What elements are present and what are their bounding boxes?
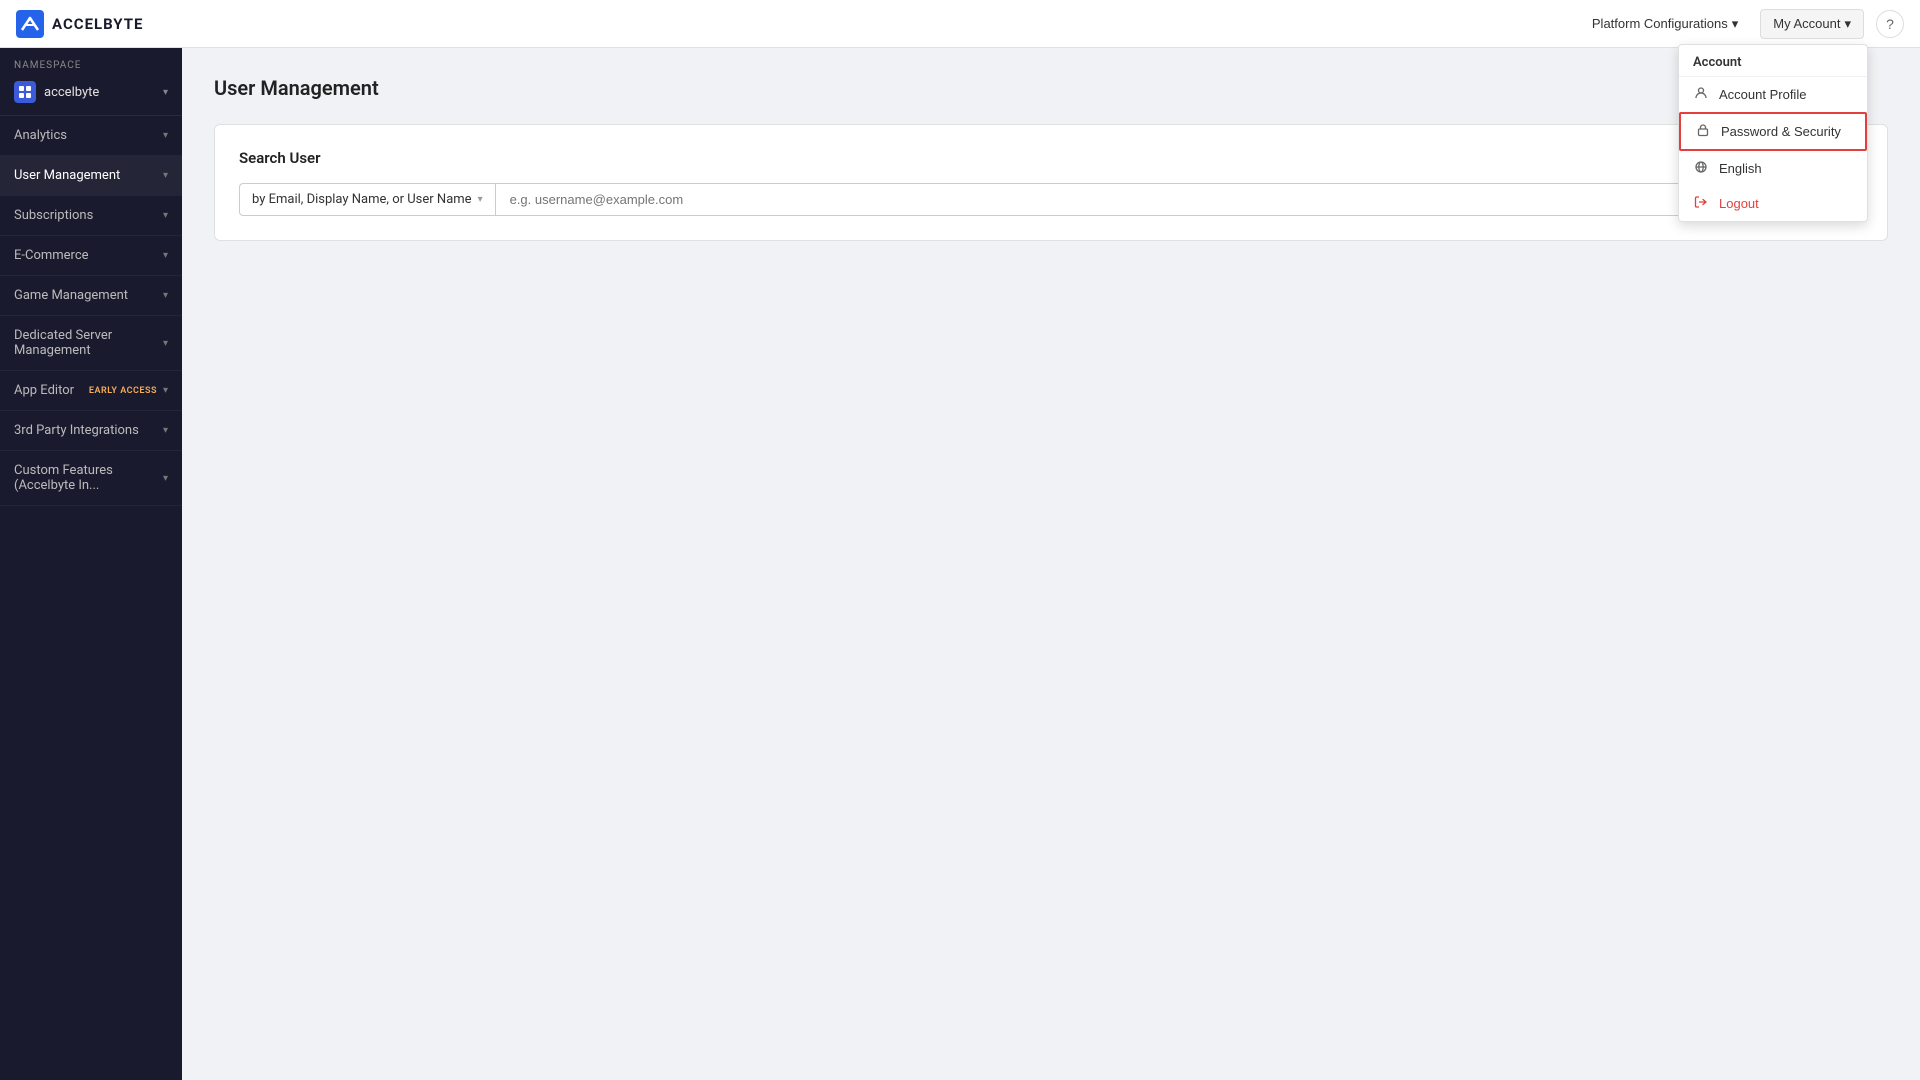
main-content: User Management Search User by Email, Di…	[182, 48, 1920, 1080]
main-layout: NAMESPACE accelbyte ▾ Analytics ▾ User M…	[0, 48, 1920, 1080]
header: ACCELBYTE Platform Configurations ▾ My A…	[0, 0, 1920, 48]
namespace-label: NAMESPACE	[0, 48, 182, 75]
search-input[interactable]	[506, 184, 1714, 215]
search-filter-selected-label: by Email, Display Name, or User Name	[252, 192, 472, 207]
platform-config-chevron-icon: ▾	[1732, 16, 1739, 32]
sidebar-item-app-editor[interactable]: App Editor EARLY ACCESS ▾	[0, 371, 182, 411]
page-title: User Management	[214, 76, 1888, 100]
sidebar-item-custom-features[interactable]: Custom Features (Accelbyte In... ▾	[0, 451, 182, 506]
logout-label: Logout	[1719, 196, 1759, 211]
search-filter-chevron-icon: ▾	[478, 194, 483, 205]
help-button[interactable]: ?	[1876, 10, 1904, 38]
user-icon	[1693, 86, 1709, 103]
password-security-label: Password & Security	[1721, 124, 1841, 139]
user-management-chevron-icon: ▾	[163, 170, 168, 181]
sidebar-item-custom-features-label: Custom Features (Accelbyte In...	[14, 463, 163, 493]
namespace-name: accelbyte	[44, 85, 155, 100]
app-editor-chevron-icon: ▾	[163, 385, 168, 396]
account-dropdown-menu: Account Account Profile Password & Secur…	[1678, 44, 1868, 222]
sidebar-item-user-management-label: User Management	[14, 168, 163, 183]
sidebar-item-dedicated-server-label: Dedicated Server Management	[14, 328, 163, 358]
english-label: English	[1719, 161, 1762, 176]
custom-features-chevron-icon: ▾	[163, 473, 168, 484]
platform-config-label: Platform Configurations	[1592, 16, 1728, 31]
dropdown-header: Account	[1679, 45, 1867, 77]
globe-icon	[1693, 160, 1709, 177]
search-filter-select[interactable]: by Email, Display Name, or User Name ▾	[239, 183, 495, 216]
platform-config-button[interactable]: Platform Configurations ▾	[1582, 10, 1748, 38]
logout-icon	[1693, 195, 1709, 212]
search-input-wrap	[495, 183, 1739, 216]
help-icon: ?	[1886, 16, 1894, 32]
accelbyte-logo-icon	[16, 10, 44, 38]
logo-text: ACCELBYTE	[52, 15, 143, 33]
sidebar-item-dedicated-server[interactable]: Dedicated Server Management ▾	[0, 316, 182, 371]
namespace-chevron-icon: ▾	[163, 87, 168, 98]
search-card-title: Search User	[239, 149, 1863, 167]
logo: ACCELBYTE	[16, 10, 143, 38]
sidebar-item-3rd-party-label: 3rd Party Integrations	[14, 423, 163, 438]
search-card: Search User by Email, Display Name, or U…	[214, 124, 1888, 241]
sidebar-item-3rd-party[interactable]: 3rd Party Integrations ▾	[0, 411, 182, 451]
namespace-icon	[14, 81, 36, 103]
sidebar-item-analytics[interactable]: Analytics ▾	[0, 116, 182, 156]
sidebar-item-game-management-label: Game Management	[14, 288, 163, 303]
sidebar-item-game-management[interactable]: Game Management ▾	[0, 276, 182, 316]
app-editor-badge: EARLY ACCESS	[89, 386, 157, 396]
dropdown-item-password-security[interactable]: Password & Security	[1679, 112, 1867, 151]
dedicated-server-chevron-icon: ▾	[163, 338, 168, 349]
sidebar-item-app-editor-label: App Editor	[14, 383, 89, 398]
dropdown-item-english[interactable]: English	[1679, 151, 1867, 186]
header-actions: Platform Configurations ▾ My Account ▾ ?	[1582, 9, 1904, 39]
account-profile-label: Account Profile	[1719, 87, 1806, 102]
dropdown-item-account-profile[interactable]: Account Profile	[1679, 77, 1867, 112]
sidebar-item-user-management[interactable]: User Management ▾	[0, 156, 182, 196]
3rd-party-chevron-icon: ▾	[163, 425, 168, 436]
ecommerce-chevron-icon: ▾	[163, 250, 168, 261]
sidebar-item-subscriptions-label: Subscriptions	[14, 208, 163, 223]
analytics-chevron-icon: ▾	[163, 130, 168, 141]
namespace-selector[interactable]: accelbyte ▾	[0, 75, 182, 116]
my-account-label: My Account	[1773, 16, 1840, 31]
sidebar-item-ecommerce-label: E-Commerce	[14, 248, 163, 263]
search-row: by Email, Display Name, or User Name ▾ S…	[239, 183, 1863, 216]
sidebar-item-subscriptions[interactable]: Subscriptions ▾	[0, 196, 182, 236]
sidebar-item-analytics-label: Analytics	[14, 128, 163, 143]
sidebar: NAMESPACE accelbyte ▾ Analytics ▾ User M…	[0, 48, 182, 1080]
lock-icon	[1695, 123, 1711, 140]
my-account-chevron-icon: ▾	[1844, 16, 1851, 32]
dropdown-item-logout[interactable]: Logout	[1679, 186, 1867, 221]
game-management-chevron-icon: ▾	[163, 290, 168, 301]
subscriptions-chevron-icon: ▾	[163, 210, 168, 221]
my-account-button[interactable]: My Account ▾	[1760, 9, 1864, 39]
sidebar-item-ecommerce[interactable]: E-Commerce ▾	[0, 236, 182, 276]
